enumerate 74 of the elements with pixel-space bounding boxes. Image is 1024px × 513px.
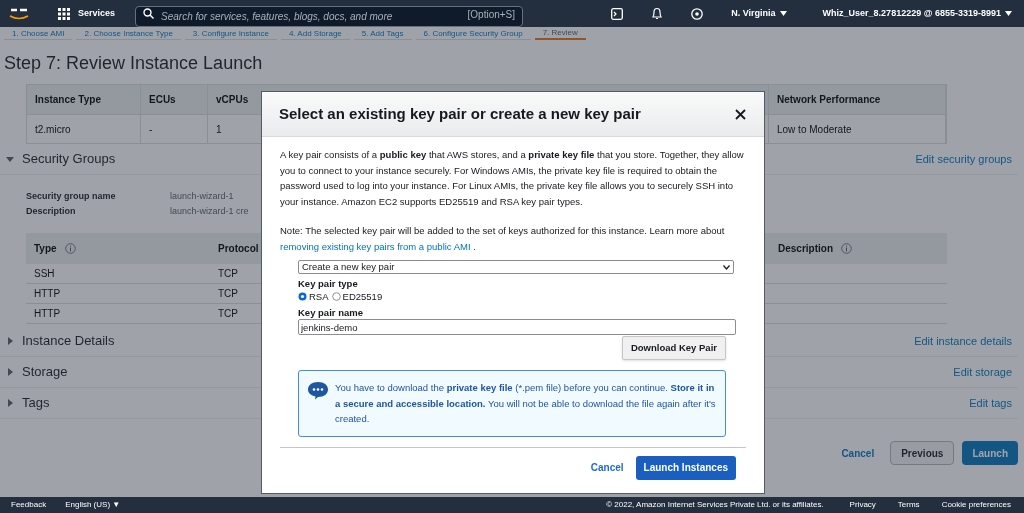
launch-instances-button[interactable]: Launch Instances bbox=[635, 455, 736, 480]
account-menu[interactable]: Whiz_User_8.27812229 @ 6855-3319-8991 bbox=[822, 6, 1012, 21]
cloud-logo-icon bbox=[8, 6, 30, 21]
column-header: Type bbox=[34, 242, 57, 256]
table-cell: TCP bbox=[218, 288, 238, 299]
field-label: Key pair name bbox=[298, 306, 364, 319]
intro-paragraph: A key pair consists of a public key that AWS stores, and a private key file that you store. Together, they allow you to connect to your instance securely. For Windows AMIs, the private key file is required to obtain the password used to log into your instance. For Linux AMIs, the private key file allows you to securely SSH into your instance. Amazon EC2 supports ED25519 and RSA key pair types. bbox=[280, 148, 745, 209]
footer-link[interactable]: Terms bbox=[897, 499, 920, 511]
column-header: ECUs bbox=[141, 85, 208, 114]
page-title: Step 7: Review Instance Launch bbox=[3, 52, 264, 75]
chevron-down-icon bbox=[723, 264, 730, 270]
wizard-step-tab[interactable]: 2. Choose Instance Type bbox=[76, 29, 181, 40]
edit-link[interactable]: Edit storage bbox=[953, 363, 1012, 381]
apps-grid-icon bbox=[58, 7, 70, 20]
wizard-step-tab[interactable]: 7. Review bbox=[534, 28, 586, 40]
column-header: Description bbox=[778, 242, 833, 256]
cancel-link[interactable]: Cancel bbox=[590, 460, 624, 475]
close-icon bbox=[734, 108, 746, 120]
table-cell: TCP bbox=[218, 268, 238, 279]
close-button[interactable] bbox=[733, 107, 747, 121]
field-label: Security group name bbox=[26, 189, 117, 203]
table-cell: Low to Moderate bbox=[769, 114, 946, 143]
key-pair-name-field[interactable]: jenkins-demo bbox=[298, 319, 736, 335]
table-cell: HTTP bbox=[34, 308, 61, 319]
wizard-step-tab[interactable]: 5. Add Tags bbox=[353, 29, 412, 40]
note-paragraph: Note: The selected key pair will be added to the set of keys authorized for this instance. Learn more about removing existing key pairs from a public AMI . bbox=[280, 224, 726, 254]
wizard-step-tab[interactable]: 1. Choose AMI bbox=[4, 29, 73, 40]
section-heading[interactable]: Instance Details bbox=[22, 331, 115, 351]
search-icon bbox=[143, 8, 155, 19]
caret-down-icon bbox=[779, 11, 787, 16]
table-cell: HTTP bbox=[34, 288, 61, 299]
edit-link[interactable]: Edit instance details bbox=[914, 332, 1012, 350]
cancel-link[interactable]: Cancel bbox=[841, 445, 875, 461]
footer-link[interactable]: Privacy bbox=[849, 499, 876, 511]
caret-down-icon bbox=[1005, 11, 1012, 16]
column-header: Protocol bbox=[218, 242, 259, 256]
field-label: Description bbox=[26, 204, 77, 218]
key-pair-dropdown[interactable]: Create a new key pair bbox=[298, 260, 734, 274]
section-heading[interactable]: Security Groups bbox=[22, 149, 116, 169]
section-heading[interactable]: Tags bbox=[22, 393, 50, 413]
radio-option[interactable]: ED25519 bbox=[331, 290, 383, 303]
edit-link[interactable]: Edit tags bbox=[969, 394, 1012, 412]
table-cell: t2.micro bbox=[27, 114, 141, 143]
previous-button[interactable]: Previous bbox=[890, 441, 955, 465]
footer-link[interactable]: Cookie preferences bbox=[941, 499, 1011, 511]
info-message: You have to download the private key file (*.pem file) before you can continue. Store it in a secure and accessible location. You will not be able to download the file again after it's created. bbox=[335, 381, 717, 426]
info-icon bbox=[64, 243, 76, 254]
edit-link[interactable]: Edit security groups bbox=[915, 150, 1012, 168]
launch-button[interactable]: Launch bbox=[962, 441, 1018, 465]
language-menu[interactable]: English (US) ▼ bbox=[65, 499, 121, 511]
feedback-link[interactable]: Feedback bbox=[11, 499, 47, 511]
region-menu[interactable]: N. Virginia bbox=[731, 6, 787, 21]
field-value: launch-wizard-1 bbox=[170, 189, 234, 203]
field-value: launch-wizard-1 cre bbox=[170, 204, 249, 218]
help-link[interactable]: removing existing key pairs from a public AMI bbox=[280, 240, 471, 252]
table-cell: TCP bbox=[218, 308, 238, 319]
column-header: Network Performance bbox=[769, 85, 946, 114]
wizard-step-tab[interactable]: 6. Configure Security Group bbox=[415, 29, 531, 40]
speech-bubble-icon bbox=[307, 381, 329, 400]
copyright-text: © 2022, Amazon Internet Services Private Ltd. or its affiliates. bbox=[606, 499, 824, 511]
terminal-icon bbox=[611, 7, 624, 20]
services-menu[interactable]: Services bbox=[78, 6, 116, 21]
wizard-step-tab[interactable]: 4. Add Storage bbox=[280, 29, 350, 40]
column-header: Instance Type bbox=[27, 85, 141, 114]
section-heading[interactable]: Storage bbox=[22, 362, 68, 382]
bell-icon bbox=[651, 7, 664, 20]
table-cell: - bbox=[141, 114, 208, 143]
wizard-step-tab[interactable]: 3. Configure Instance bbox=[184, 29, 277, 40]
radio-option[interactable]: RSA bbox=[298, 290, 329, 303]
download-key-pair-button[interactable]: Download Key Pair bbox=[621, 336, 726, 360]
field-label: Key pair type bbox=[298, 277, 359, 290]
shortcut-hint: [Option+S] bbox=[467, 8, 516, 22]
table-cell: SSH bbox=[34, 268, 55, 279]
info-icon bbox=[841, 243, 852, 254]
